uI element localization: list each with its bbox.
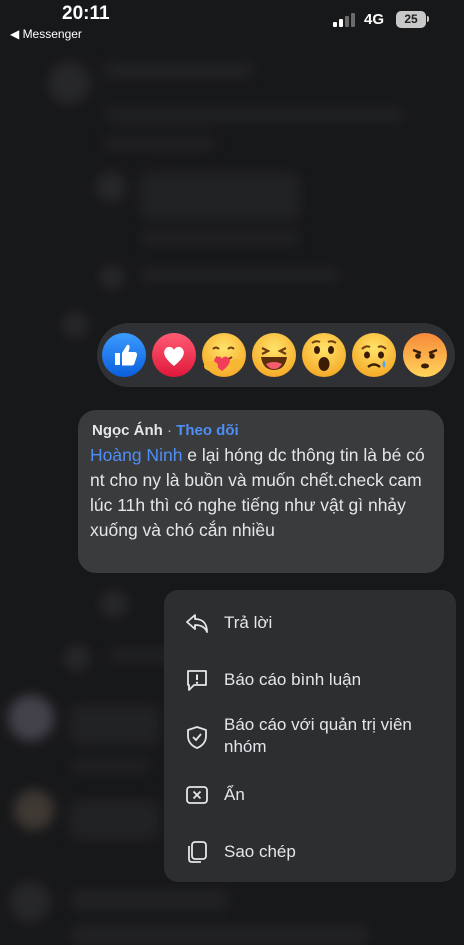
comment-bubble: Ngọc Ánh · Theo dõi Hoàng Ninh e lại hón…: [78, 410, 444, 573]
report-admin-label: Báo cáo với quản trị viên nhóm: [224, 714, 444, 758]
follow-button[interactable]: Theo dõi: [176, 422, 239, 439]
care-reaction-icon[interactable]: [202, 333, 246, 377]
close-box-icon: [186, 786, 208, 804]
signal-icon: [333, 13, 359, 27]
copy-label: Sao chép: [224, 842, 296, 861]
menu-item-reply[interactable]: Trả lời: [164, 608, 456, 638]
menu-item-report-admin[interactable]: Báo cáo với quản trị viên nhóm: [164, 714, 456, 760]
report-message-icon: [187, 670, 207, 691]
haha-reaction-icon[interactable]: [252, 333, 296, 377]
battery-tip: [427, 16, 429, 22]
sad-reaction-icon[interactable]: [352, 333, 396, 377]
reply-label: Trả lời: [224, 613, 273, 632]
like-reaction-icon[interactable]: [102, 333, 146, 377]
copy-icon: [188, 841, 207, 863]
battery-icon: 25: [396, 11, 426, 28]
back-to-messenger-link[interactable]: ◀ Messenger: [10, 27, 82, 41]
comment-text: Hoàng Ninh e lại hóng dc thông tin là bé…: [90, 443, 430, 543]
network-type: 4G: [364, 11, 385, 28]
clock: 20:11: [62, 3, 110, 24]
angry-reaction-icon[interactable]: [403, 333, 447, 377]
shield-check-icon: [187, 726, 207, 749]
love-reaction-icon[interactable]: [152, 333, 196, 377]
menu-item-copy[interactable]: Sao chép: [164, 838, 456, 868]
reaction-bar: [97, 323, 455, 387]
report-comment-label: Báo cáo bình luận: [224, 670, 362, 689]
comment-author-line: Ngọc Ánh · Theo dõi: [92, 422, 239, 439]
status-bar: 20:11 ◀ Messenger 4G 25: [0, 0, 464, 44]
comment-action-menu: Trả lời Báo cáo bình luận Báo cáo với qu…: [164, 590, 456, 882]
hide-label: Ẩn: [224, 785, 245, 804]
separator: ·: [162, 422, 177, 439]
menu-item-report-comment[interactable]: Báo cáo bình luận: [164, 665, 456, 695]
comment-author[interactable]: Ngọc Ánh: [92, 422, 163, 439]
report-admin-line1: Báo cáo với quản trị viên: [224, 715, 412, 734]
wow-reaction-icon[interactable]: [302, 333, 346, 377]
mention-link[interactable]: Hoàng Ninh: [90, 445, 182, 465]
menu-item-hide[interactable]: Ẩn: [164, 780, 456, 810]
report-admin-line2: nhóm: [224, 737, 267, 756]
reply-arrow-icon: [186, 614, 208, 633]
